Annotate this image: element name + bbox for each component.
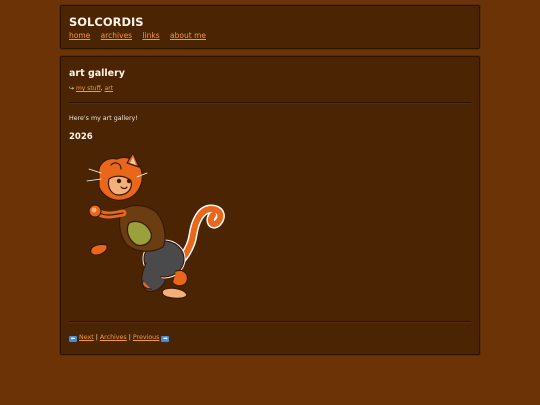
right-arrow-icon: ➡ bbox=[161, 336, 170, 342]
post-intro: Here's my art gallery! bbox=[69, 115, 138, 122]
year-heading: 2026 bbox=[69, 132, 93, 142]
tag-art[interactable]: art bbox=[105, 85, 114, 92]
page-title: art gallery bbox=[69, 68, 125, 79]
tag-arrow-icon: ↪ bbox=[69, 85, 75, 92]
left-arrow-icon: ⬅ bbox=[69, 336, 77, 342]
pager-separator: | bbox=[128, 334, 131, 341]
archives-link[interactable]: Archives bbox=[100, 334, 127, 341]
tag-my-stuff[interactable]: my stuff bbox=[76, 85, 101, 92]
tag-list: ↪ my stuff, art bbox=[69, 85, 113, 92]
pager-separator: | bbox=[95, 334, 98, 341]
previous-link[interactable]: Previous bbox=[133, 334, 160, 341]
divider bbox=[69, 321, 471, 323]
post-pager: ⬅ Next | Archives | Previous ➡ bbox=[69, 334, 170, 342]
main-nav: home archives links about me bbox=[69, 31, 214, 40]
post-panel: art gallery ↪ my stuff, art Here's my ar… bbox=[60, 56, 480, 355]
site-header: SOLCORDIS home archives links about me bbox=[60, 5, 480, 49]
site-title[interactable]: SOLCORDIS bbox=[69, 15, 144, 29]
nav-link-archives[interactable]: archives bbox=[101, 31, 132, 40]
tag-separator: , bbox=[100, 85, 103, 92]
next-link[interactable]: Next bbox=[79, 334, 94, 341]
divider bbox=[69, 102, 471, 104]
nav-link-about-me[interactable]: about me bbox=[170, 31, 206, 40]
nav-link-home[interactable]: home bbox=[69, 31, 90, 40]
nav-link-links[interactable]: links bbox=[142, 31, 159, 40]
artwork-image[interactable] bbox=[81, 153, 226, 303]
